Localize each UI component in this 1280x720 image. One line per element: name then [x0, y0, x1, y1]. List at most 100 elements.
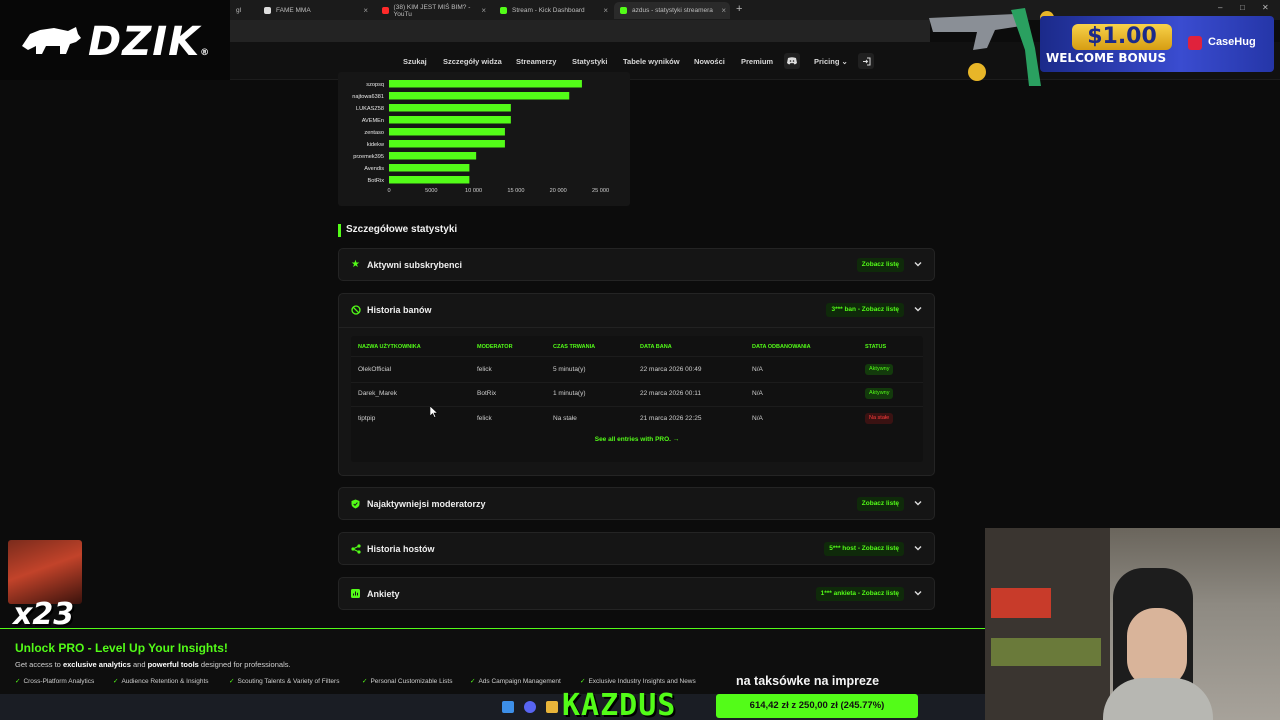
browser-tab[interactable]: FAME MMA × — [258, 2, 372, 19]
accordion-active-subscribers[interactable]: ★ Aktywni subskrybenci Zobacz listę — [338, 248, 935, 281]
maximize-icon[interactable]: □ — [1240, 3, 1245, 12]
section-accent — [338, 224, 341, 237]
chevron-down-icon[interactable] — [912, 497, 924, 509]
cell-moderator[interactable]: felick — [477, 366, 492, 373]
x-tick-label: 20 000 — [550, 188, 567, 194]
nav-item-premium[interactable]: Premium — [741, 57, 773, 66]
minimize-icon[interactable]: – — [1218, 3, 1222, 12]
accordion-host-history[interactable]: Historia hostów 5*** host - Zobacz listę — [338, 532, 935, 565]
nav-item-streamers[interactable]: Streamerzy — [516, 57, 556, 66]
browser-tab[interactable]: (38) KIM JEST MIŚ BIM? - YouTu × — [376, 2, 490, 19]
chart-bar[interactable] — [389, 176, 470, 184]
cell-user[interactable]: tiptpip — [358, 415, 375, 422]
site-favicon-icon — [620, 7, 627, 14]
bar-label: kidekw — [367, 142, 385, 148]
cell-user[interactable]: Darek_Marek — [358, 390, 397, 397]
dzik-logo: DZIK® — [0, 0, 230, 80]
nav-item-search[interactable]: Szukaj — [403, 57, 427, 66]
chart-bar[interactable] — [389, 104, 511, 112]
chart-bar[interactable] — [389, 164, 470, 172]
browser-tab[interactable]: gl — [230, 2, 252, 19]
accordion-title: Najaktywniejsi moderatorzy — [367, 499, 486, 509]
star-icon: ★ — [351, 259, 360, 270]
view-list-button[interactable]: Zobacz listę — [856, 497, 904, 511]
chart-bar[interactable] — [389, 80, 582, 88]
view-list-button[interactable]: 3*** ban - Zobacz listę — [826, 303, 904, 317]
close-tab-icon[interactable]: × — [603, 6, 608, 15]
multiplier-label: x23 — [13, 597, 75, 632]
fame-favicon-icon — [264, 7, 271, 14]
status-badge: Aktywny — [865, 388, 894, 399]
close-tab-icon[interactable]: × — [721, 6, 726, 15]
nav-item-viewer-details[interactable]: Szczegóły widza — [443, 57, 502, 66]
chevron-down-icon[interactable] — [912, 587, 924, 599]
close-window-icon[interactable]: ✕ — [1262, 3, 1269, 12]
channel-name-overlay: KAZDUS — [562, 688, 677, 720]
view-list-button[interactable]: 1*** ankieta - Zobacz listę — [815, 587, 904, 601]
feature-label: Personal Customizable Lists — [370, 678, 453, 685]
folder-icon[interactable] — [546, 701, 558, 713]
feature-item: ✓ Personal Customizable Lists — [362, 677, 452, 685]
cell-user[interactable]: OlekOfficial — [358, 366, 391, 373]
x-tick-label: 0 — [387, 188, 390, 194]
bar-label: szopsq — [366, 82, 384, 88]
bar-label: Avendis — [364, 166, 384, 172]
promo-brand: CaseHug — [1208, 36, 1256, 48]
nav-item-news[interactable]: Nowości — [694, 57, 725, 66]
browser-tab-active[interactable]: azdus - statystyki streamera × — [614, 2, 730, 19]
feature-item: ✓ Scouting Talents & Variety of Filters — [229, 677, 339, 685]
accordion-polls[interactable]: Ankiety 1*** ankieta - Zobacz listę — [338, 577, 935, 610]
chart-bar[interactable] — [389, 140, 505, 148]
chart-bar[interactable] — [389, 152, 477, 160]
nav-item-stats[interactable]: Statystyki — [572, 57, 607, 66]
promo-label: WELCOME BONUS — [1046, 51, 1167, 65]
chevron-up-icon[interactable] — [912, 303, 924, 315]
nav-item-pricing[interactable]: Pricing ⌄ — [814, 57, 848, 66]
casehug-promo-banner[interactable]: $1.00 WELCOME BONUS CaseHug — [1040, 16, 1274, 72]
bar-chart-svg: szopsq najtowa6381 LUKASZ58 AVEMEn zentaso ki… — [352, 80, 609, 194]
status-badge: Aktywny — [865, 364, 894, 375]
accordion-title[interactable]: Historia banów — [367, 305, 432, 315]
discord-icon[interactable] — [784, 53, 800, 69]
accordion-top-moderators[interactable]: Najaktywniejsi moderatorzy Zobacz listę — [338, 487, 935, 520]
logo-text: DZIK® — [88, 19, 210, 65]
chevron-down-icon[interactable] — [912, 542, 924, 554]
person-hoodie — [1103, 678, 1213, 720]
start-icon[interactable] — [502, 701, 514, 713]
bar-label: zentaso — [364, 130, 384, 136]
cell-ban-date: 22 marca 2026 00:11 — [640, 390, 701, 397]
shield-icon — [350, 498, 361, 509]
accordion-ban-history: Historia banów 3*** ban - Zobacz listę N… — [338, 293, 935, 476]
new-tab-button[interactable]: + — [736, 3, 742, 15]
address-bar[interactable] — [230, 20, 930, 42]
login-icon[interactable] — [858, 53, 874, 69]
chart-bar[interactable] — [389, 128, 505, 136]
casehug-logo-icon — [1188, 36, 1202, 50]
close-tab-icon[interactable]: × — [363, 6, 368, 15]
chevron-down-icon[interactable] — [912, 258, 924, 270]
pro-subtitle: Get access to exclusive analytics and po… — [15, 660, 291, 669]
tab-title: (38) KIM JEST MIŚ BIM? - YouTu — [393, 3, 471, 18]
browser-tab[interactable]: Stream - Kick Dashboard × — [494, 2, 612, 19]
view-list-button[interactable]: Zobacz listę — [856, 258, 904, 272]
feature-label: Ads Campaign Management — [478, 678, 561, 685]
ban-icon — [350, 304, 361, 315]
discord-taskbar-icon[interactable] — [524, 701, 536, 713]
column-header-moderator: MODERATOR — [477, 344, 513, 350]
chart-bar[interactable] — [389, 116, 511, 124]
mouse-cursor-icon — [430, 406, 438, 418]
goal-caption: na taksówke na impreze — [736, 674, 880, 688]
check-icon: ✓ — [470, 678, 476, 685]
view-list-button[interactable]: 5*** host - Zobacz listę — [824, 542, 904, 556]
pro-sub-bold: powerful tools — [147, 660, 199, 669]
column-header-ban-date: DATA BANA — [640, 344, 672, 350]
nav-item-leaderboards[interactable]: Tabele wyników — [623, 57, 680, 66]
see-all-pro-link[interactable]: See all entries with PRO. → — [351, 436, 923, 443]
cell-moderator[interactable]: felick — [477, 415, 492, 422]
person — [1127, 608, 1187, 688]
chart-bar[interactable] — [389, 92, 570, 100]
close-tab-icon[interactable]: × — [481, 6, 486, 15]
bar-label: najtowa6381 — [352, 94, 384, 100]
webcam-feed — [985, 528, 1280, 720]
cell-moderator[interactable]: BotRix — [477, 390, 496, 397]
